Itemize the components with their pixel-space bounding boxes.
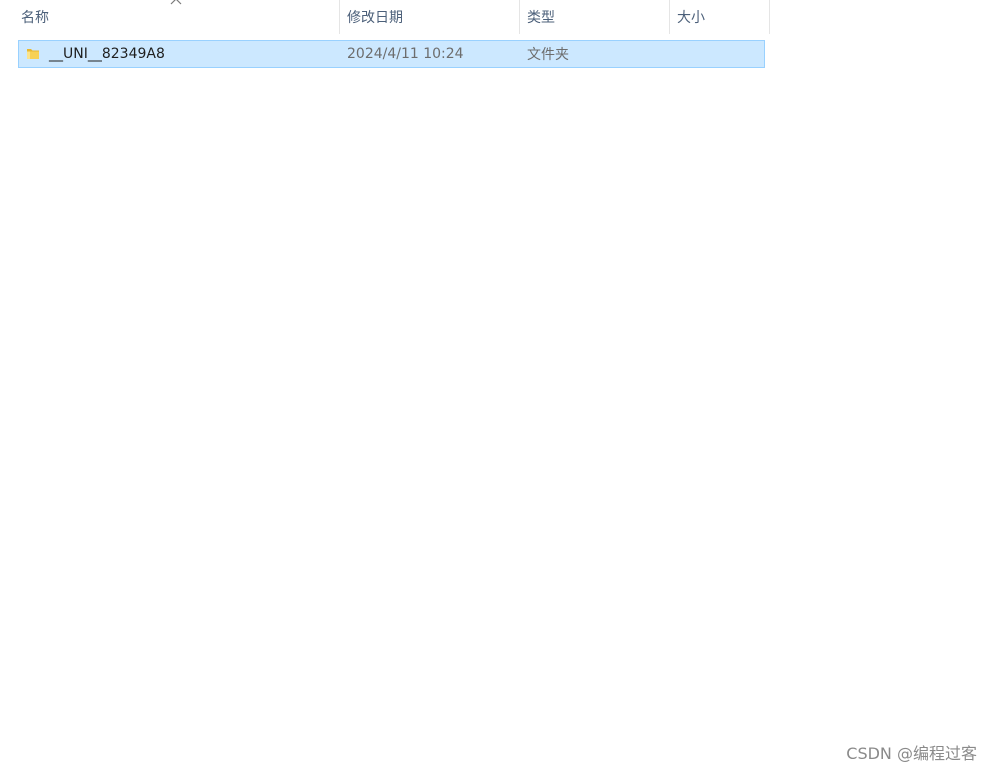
column-header-name-label: 名称 xyxy=(21,10,49,26)
file-list: __UNI__82349A8 2024/4/11 10:24 文件夹 xyxy=(18,40,765,68)
watermark: CSDN @编程过客 xyxy=(846,744,977,763)
file-explorer: 名称 修改日期 类型 大小 __UNI__82349A8 2024/4/11 1… xyxy=(0,0,993,772)
file-size xyxy=(670,41,764,67)
file-date: 2024/4/11 10:24 xyxy=(347,46,464,62)
column-header-type-label: 类型 xyxy=(527,10,555,26)
folder-icon xyxy=(25,46,41,62)
file-name-cell: __UNI__82349A8 xyxy=(19,41,340,67)
column-header-name[interactable]: 名称 xyxy=(0,0,340,34)
column-header-date[interactable]: 修改日期 xyxy=(340,0,520,34)
chevron-up-icon xyxy=(170,0,182,7)
column-header-size[interactable]: 大小 xyxy=(670,0,770,34)
column-header-row: 名称 修改日期 类型 大小 xyxy=(0,0,770,34)
file-type: 文件夹 xyxy=(527,47,569,63)
column-header-date-label: 修改日期 xyxy=(347,10,403,26)
column-header-type[interactable]: 类型 xyxy=(520,0,670,34)
file-name: __UNI__82349A8 xyxy=(49,46,165,62)
file-row-selected[interactable]: __UNI__82349A8 2024/4/11 10:24 文件夹 xyxy=(18,40,765,68)
column-header-size-label: 大小 xyxy=(677,10,705,26)
